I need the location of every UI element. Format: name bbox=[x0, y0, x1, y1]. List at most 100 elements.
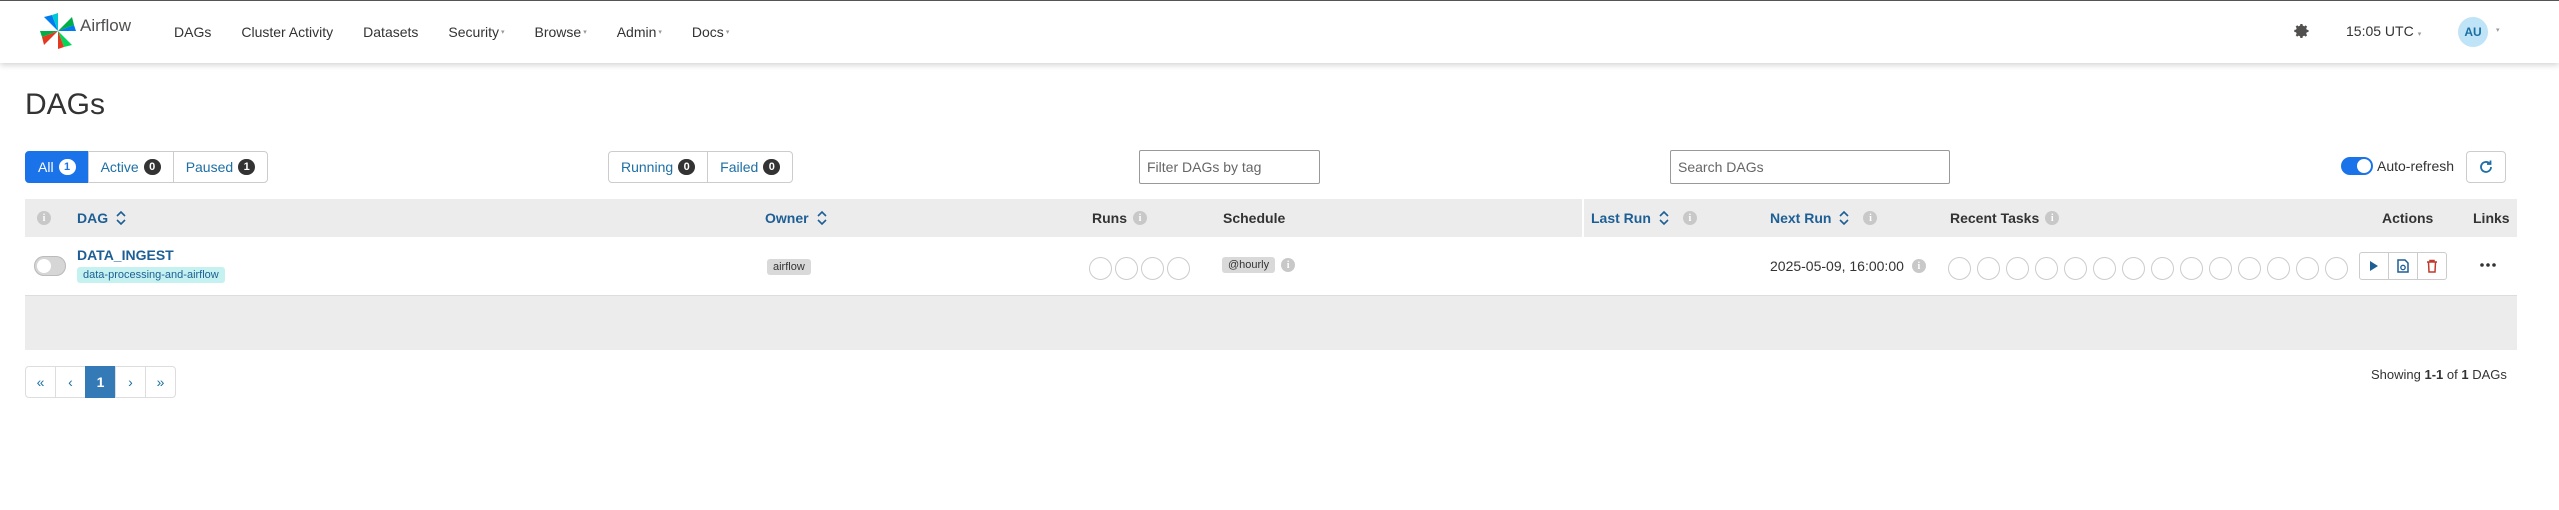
task-state-circle[interactable] bbox=[2267, 257, 2290, 280]
task-state-circle[interactable] bbox=[2035, 257, 2058, 280]
sort-icon bbox=[1659, 210, 1669, 226]
task-state-circle[interactable] bbox=[2180, 257, 2203, 280]
nav-docs-dropdown[interactable]: Docs ▾ bbox=[692, 24, 729, 40]
last-page-button[interactable]: » bbox=[145, 366, 176, 398]
links-menu-button[interactable] bbox=[2477, 257, 2499, 273]
tag-filter-input[interactable] bbox=[1139, 150, 1320, 184]
run-state-circle[interactable] bbox=[1089, 257, 1112, 280]
dag-tag[interactable]: data-processing-and-airflow bbox=[77, 267, 225, 283]
info-icon[interactable]: i bbox=[1133, 211, 1147, 225]
task-state-circle[interactable] bbox=[2093, 257, 2116, 280]
info-icon[interactable]: i bbox=[2045, 211, 2060, 225]
chevron-down-icon: ▾ bbox=[583, 29, 587, 36]
owner-label[interactable]: airflow bbox=[767, 259, 811, 275]
refresh-button[interactable] bbox=[2466, 151, 2506, 183]
task-state-circle[interactable] bbox=[2238, 257, 2261, 280]
table-row: DATA_INGEST data-processing-and-airflow … bbox=[25, 237, 2517, 296]
next-run-value: 2025-05-09, 16:00:00 bbox=[1770, 258, 1904, 274]
filter-paused-label: Paused bbox=[185, 159, 234, 175]
filter-all-button[interactable]: All 1 bbox=[25, 151, 89, 183]
task-state-circle[interactable] bbox=[2209, 257, 2232, 280]
last-run-column-header[interactable]: Last Run i bbox=[1591, 199, 1697, 237]
owner-column-header[interactable]: Owner bbox=[765, 199, 827, 237]
run-state-circle[interactable] bbox=[1141, 257, 1164, 280]
nav-dags-label: DAGs bbox=[174, 24, 212, 40]
utc-time-dropdown[interactable]: 15:05 UTC ▾ bbox=[2346, 23, 2421, 39]
schedule-label[interactable]: @hourly bbox=[1222, 257, 1276, 273]
chevron-down-icon[interactable]: ▾ bbox=[2496, 26, 2500, 34]
schedule-cell: @hourly i bbox=[1222, 257, 1296, 273]
chevron-down-icon: ▾ bbox=[2417, 31, 2422, 38]
dag-column-header[interactable]: DAG bbox=[77, 199, 126, 237]
run-state-filter-group: Running 0 Failed 0 bbox=[608, 151, 794, 183]
trigger-dag-button[interactable] bbox=[2359, 252, 2389, 280]
user-avatar[interactable]: AU bbox=[2458, 17, 2488, 47]
filter-active-button[interactable]: Active 0 bbox=[87, 151, 174, 183]
page-1-button[interactable]: 1 bbox=[85, 366, 116, 398]
count-badge: 0 bbox=[678, 159, 696, 175]
dag-id-link[interactable]: DATA_INGEST bbox=[77, 247, 174, 263]
task-state-circle[interactable] bbox=[1977, 257, 2000, 280]
info-icon[interactable]: i bbox=[1281, 258, 1296, 272]
nav-datasets-label: Datasets bbox=[363, 24, 419, 40]
info-icon[interactable]: i bbox=[1863, 211, 1878, 225]
sort-icon bbox=[116, 210, 126, 226]
dag-header-label: DAG bbox=[77, 210, 109, 226]
auto-refresh-toggle[interactable] bbox=[2341, 157, 2373, 175]
nav-cluster-activity-label: Cluster Activity bbox=[241, 24, 334, 40]
first-page-button[interactable]: « bbox=[25, 366, 56, 398]
dags-table: i DAG Owner Runs i Schedule Last Run i N… bbox=[25, 199, 2517, 350]
user-initials: AU bbox=[2464, 25, 2482, 39]
next-run-cell: 2025-05-09, 16:00:00 i bbox=[1770, 258, 1926, 274]
nav-admin-dropdown[interactable]: Admin ▾ bbox=[617, 24, 662, 40]
gear-icon[interactable] bbox=[2290, 20, 2312, 42]
page-title: DAGs bbox=[25, 88, 106, 121]
pagination: « ‹ 1 › » bbox=[25, 366, 176, 398]
dag-actions bbox=[2359, 252, 2447, 280]
nav-browse-dropdown[interactable]: Browse ▾ bbox=[535, 24, 587, 40]
pause-dag-toggle[interactable] bbox=[34, 256, 66, 276]
filter-running-label: Running bbox=[621, 159, 674, 175]
count-badge: 0 bbox=[143, 159, 161, 175]
top-navbar: Airflow DAGs Cluster Activity Datasets S… bbox=[0, 0, 2559, 63]
task-state-circle[interactable] bbox=[2325, 257, 2348, 280]
filter-running-button[interactable]: Running 0 bbox=[608, 151, 709, 183]
filter-failed-button[interactable]: Failed 0 bbox=[707, 151, 794, 183]
nav-datasets[interactable]: Datasets bbox=[363, 24, 418, 40]
summary-range: 1-1 bbox=[2424, 367, 2444, 382]
prev-page-button[interactable]: ‹ bbox=[55, 366, 86, 398]
next-run-column-header[interactable]: Next Run i bbox=[1770, 199, 1878, 237]
trash-icon bbox=[2427, 259, 2437, 273]
task-state-circle[interactable] bbox=[2006, 257, 2029, 280]
summary-suffix: DAGs bbox=[2472, 367, 2507, 382]
task-state-circle[interactable] bbox=[1948, 257, 1971, 280]
airflow-home-link[interactable]: Airflow bbox=[38, 9, 131, 53]
nav-dags[interactable]: DAGs bbox=[174, 24, 211, 40]
task-state-circle[interactable] bbox=[2122, 257, 2145, 280]
next-run-header-label: Next Run bbox=[1770, 210, 1832, 226]
actions-column-header: Actions bbox=[2382, 199, 2433, 237]
nav-docs-label: Docs bbox=[691, 24, 724, 40]
next-page-button[interactable]: › bbox=[115, 366, 146, 398]
run-state-circle[interactable] bbox=[1167, 257, 1190, 280]
airflow-logo-icon bbox=[40, 13, 76, 49]
info-icon[interactable]: i bbox=[1682, 211, 1697, 225]
delete-dag-button[interactable] bbox=[2417, 252, 2447, 280]
info-icon[interactable]: i bbox=[1911, 259, 1926, 273]
parse-dag-button[interactable] bbox=[2388, 252, 2418, 280]
filter-paused-button[interactable]: Paused 1 bbox=[172, 151, 269, 183]
run-state-circle[interactable] bbox=[1115, 257, 1138, 280]
nav-security-dropdown[interactable]: Security ▾ bbox=[448, 24, 504, 40]
task-state-circle[interactable] bbox=[2296, 257, 2319, 280]
nav-cluster-activity[interactable]: Cluster Activity bbox=[241, 24, 333, 40]
file-refresh-icon bbox=[2397, 259, 2409, 273]
task-state-circle[interactable] bbox=[2064, 257, 2087, 280]
play-icon bbox=[2370, 261, 2378, 271]
toggle-column-header: i bbox=[37, 199, 51, 237]
task-state-circle[interactable] bbox=[2151, 257, 2174, 280]
utc-time-label: 15:05 UTC bbox=[2346, 23, 2414, 39]
search-dags-input[interactable] bbox=[1670, 150, 1950, 184]
info-icon[interactable]: i bbox=[37, 211, 51, 225]
nav-admin-label: Admin bbox=[616, 24, 657, 40]
main-nav: DAGs Cluster Activity Datasets Security ▾… bbox=[174, 1, 759, 63]
